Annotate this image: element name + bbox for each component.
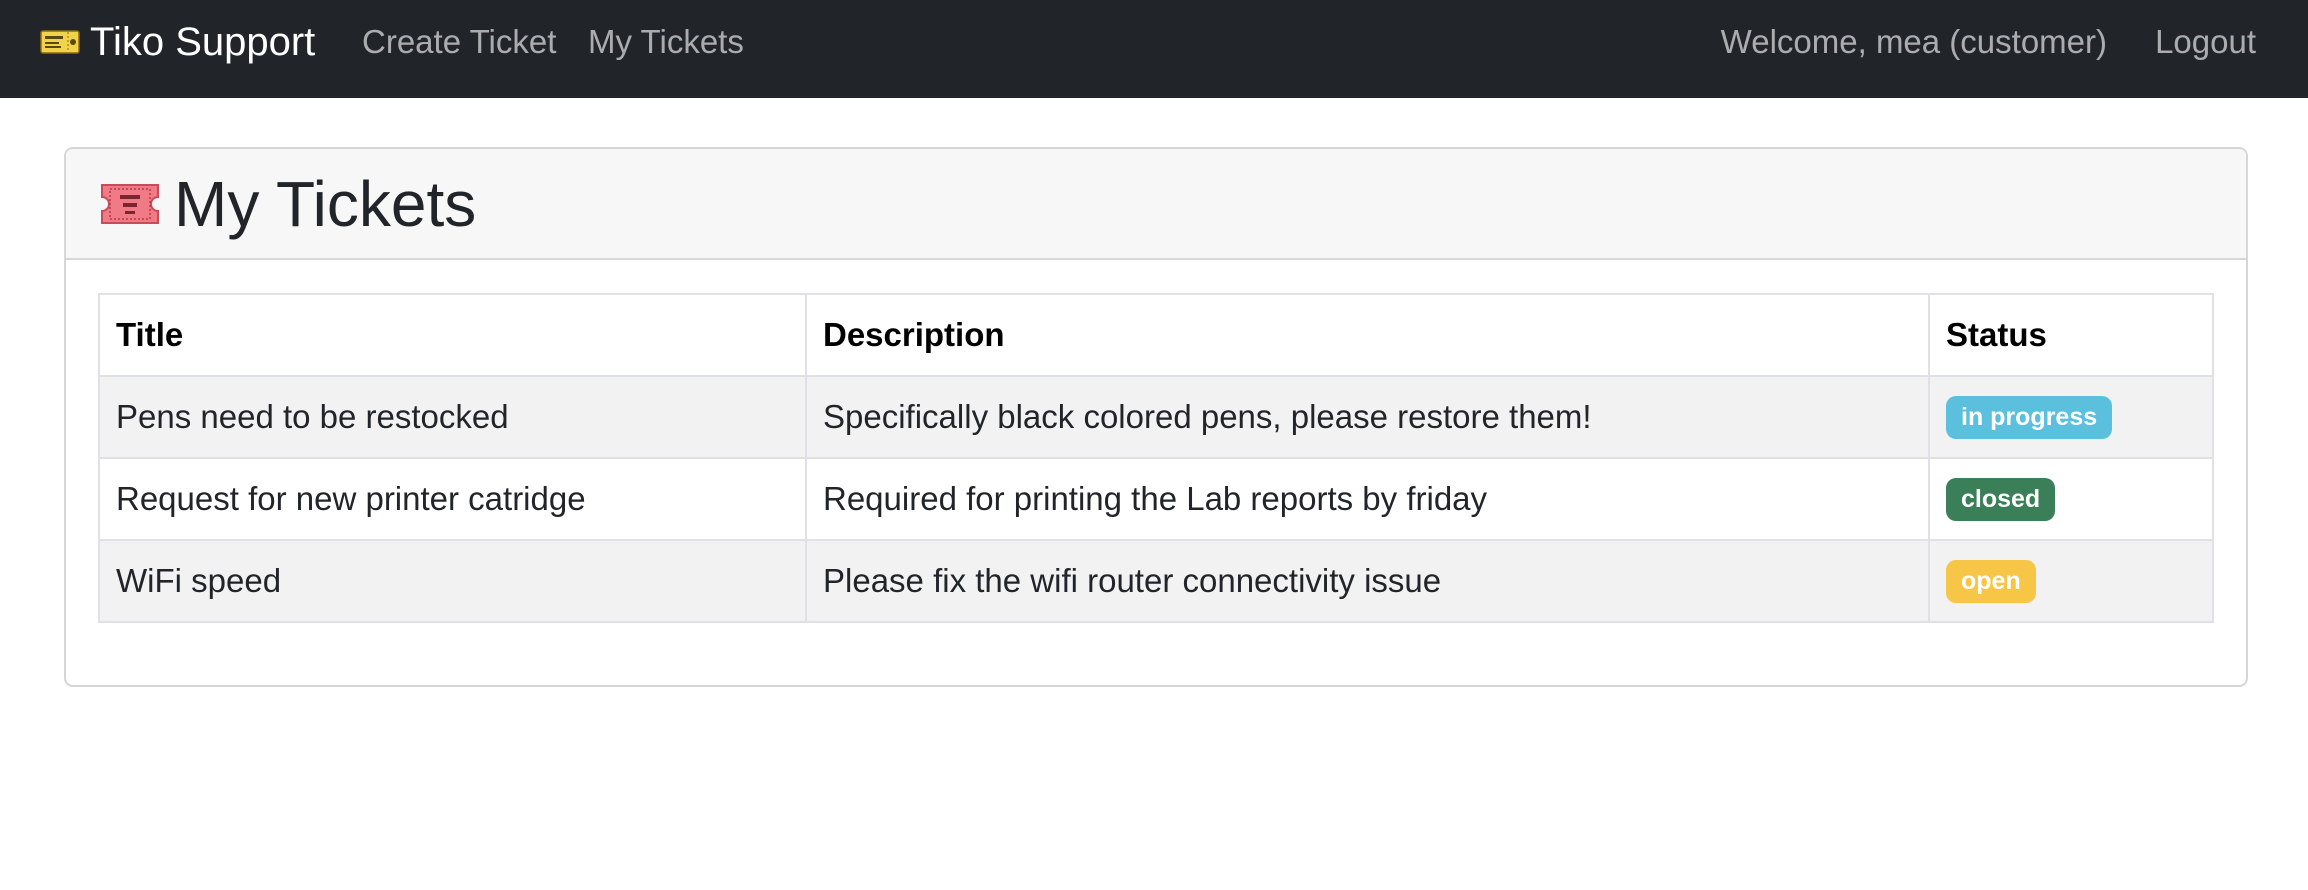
ticket-status-cell: in progress [1928, 375, 2214, 459]
admit-one-ticket-icon [101, 183, 159, 224]
brand-name: Tiko Support [90, 19, 316, 64]
logout-link[interactable]: Logout [2155, 0, 2256, 84]
welcome-text: Welcome, mea (customer) [1720, 23, 2107, 60]
ticket-title: Request for new printer catridge [98, 457, 807, 541]
column-header-description: Description [805, 293, 1930, 377]
status-badge: open [1946, 559, 2036, 604]
ticket-icon [40, 30, 80, 54]
ticket-description: Please fix the wifi router connectivity … [805, 539, 1930, 623]
tickets-table: Title Description Status Pens need to be… [98, 293, 2214, 623]
ticket-description: Specifically black colored pens, please … [805, 375, 1930, 459]
ticket-description: Required for printing the Lab reports by… [805, 457, 1930, 541]
ticket-status-cell: open [1928, 539, 2214, 623]
tickets-card: My Tickets Title Description Status Pens… [64, 147, 2248, 687]
card-header: My Tickets [66, 149, 2246, 260]
brand-link[interactable]: Tiko Support [40, 0, 315, 84]
page-title: My Tickets [174, 167, 477, 240]
table-row: WiFi speed Please fix the wifi router co… [98, 539, 2214, 623]
ticket-title: Pens need to be restocked [98, 375, 807, 459]
table-row: Pens need to be restocked Specifically b… [98, 375, 2214, 459]
table-header-row: Title Description Status [98, 293, 2214, 377]
ticket-title: WiFi speed [98, 539, 807, 623]
status-badge: closed [1946, 477, 2056, 522]
column-header-title: Title [98, 293, 807, 377]
column-header-status: Status [1928, 293, 2214, 377]
top-navbar: Tiko Support Create Ticket My Tickets We… [0, 0, 2308, 98]
ticket-status-cell: closed [1928, 457, 2214, 541]
nav-create-ticket[interactable]: Create Ticket [362, 0, 556, 84]
table-row: Request for new printer catridge Require… [98, 457, 2214, 541]
nav-my-tickets[interactable]: My Tickets [588, 0, 744, 84]
status-badge: in progress [1946, 395, 2113, 440]
